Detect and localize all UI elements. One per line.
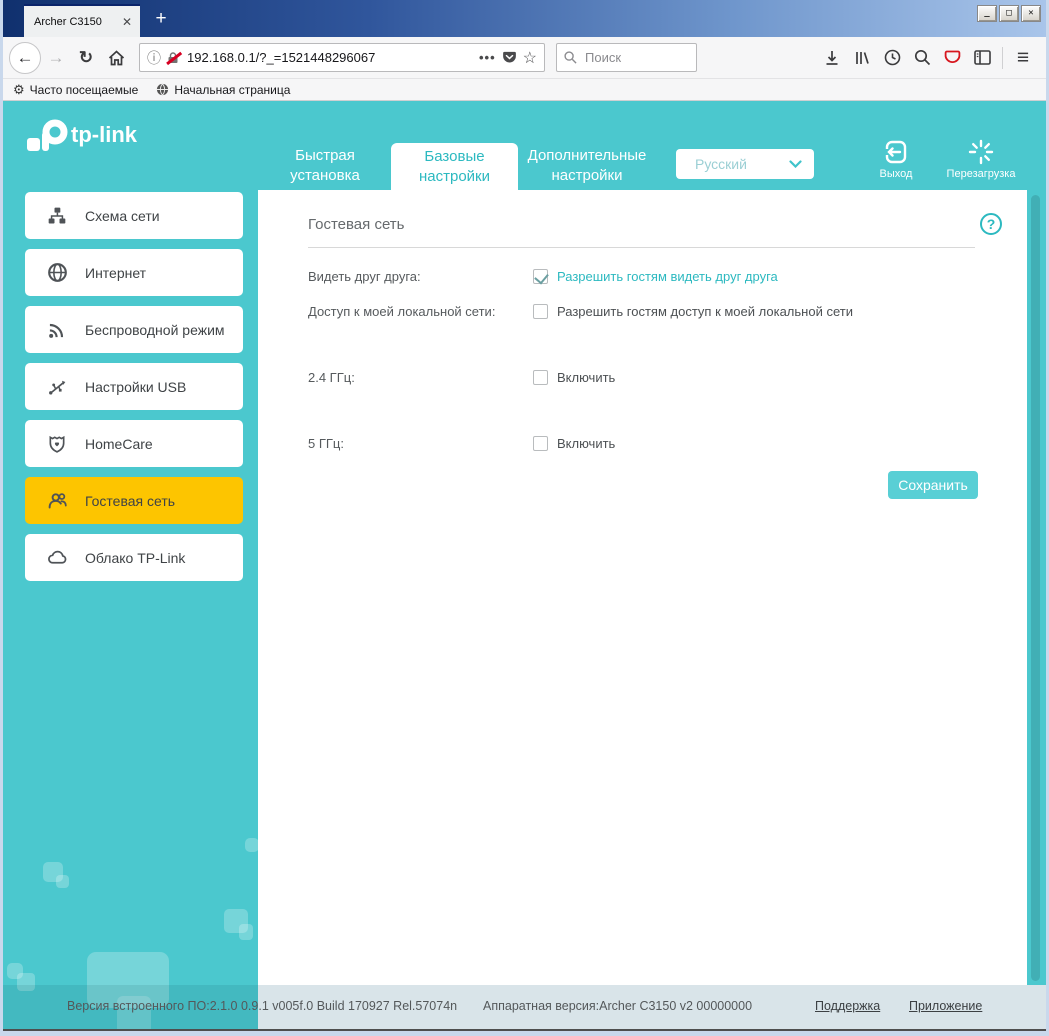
setting-row-see-each-other: Видеть друг друга: Разрешить гостям виде… [308,269,988,284]
url-bar[interactable]: ⓘ 192.168.0.1/?_=1521448296067 ••• ☆ [139,43,545,72]
usb-icon [46,376,68,398]
page-actions-icon[interactable]: ••• [479,50,496,65]
gear-icon: ⚙ [13,82,25,98]
checkbox-box[interactable] [533,436,548,451]
page-footer: Версия встроенного ПО:2.1.0 0.9.1 v005f.… [3,985,1046,1029]
tab-quick-setup[interactable]: Быстрая установка [265,146,385,186]
navigation-toolbar: ← → ↻ ⓘ 192.168.0.1/?_=1521448296067 •••… [3,37,1046,79]
router-page: tp-link Быстрая установка Базовые настро… [3,101,1046,1029]
sidebar-item-internet[interactable]: Интернет [25,249,243,296]
page-scrollbar[interactable] [1031,195,1040,981]
checkbox-box[interactable] [533,269,548,284]
tab-basic-settings[interactable]: Базовые настройки [391,143,518,190]
setting-row-lan-access: Доступ к моей локальной сети: Разрешить … [308,304,988,319]
setting-row-24ghz: 2.4 ГГц: Включить [308,370,988,385]
tab-close-icon[interactable]: ✕ [120,15,134,29]
insecure-lock-icon[interactable] [167,50,181,66]
sidebar-item-usb[interactable]: Настройки USB [25,363,243,410]
globe-small-icon [156,83,169,96]
cloud-icon [46,547,68,569]
new-tab-button[interactable]: + [149,6,173,32]
reboot-button[interactable]: Перезагрузка [935,139,1027,180]
see-each-other-checkbox[interactable]: Разрешить гостям видеть друг друга [533,269,778,284]
checkbox-box[interactable] [533,304,548,319]
minimize-button[interactable]: _ [977,5,997,22]
decor-shape [7,963,23,979]
search-box[interactable] [556,43,697,72]
tab-title: Archer C3150 [34,16,120,28]
logout-icon [883,139,909,165]
browser-window: Archer C3150 ✕ + _ □ ✕ ← → ↻ ⓘ 192.168.0… [0,0,1049,1036]
library-icon[interactable] [847,43,877,73]
logout-button[interactable]: Выход [867,139,925,180]
checkbox-box[interactable] [533,370,548,385]
pocket-red-shield-icon[interactable] [937,43,967,73]
site-info-icon[interactable]: ⓘ [147,48,161,68]
decor-shape [224,909,248,933]
download-icon[interactable] [817,43,847,73]
title-divider [308,247,975,248]
search-input[interactable] [583,49,673,66]
reboot-icon [968,139,994,165]
hardware-version: Аппаратная версия:Archer C3150 v2 000000… [483,999,752,1013]
setting-row-5ghz: 5 ГГц: Включить [308,436,988,451]
bookmark-home-page[interactable]: Начальная страница [156,83,290,97]
support-link[interactable]: Поддержка [815,999,880,1013]
wifi-icon [46,319,68,341]
window-controls: _ □ ✕ [977,5,1041,22]
titlebar[interactable]: Archer C3150 ✕ + _ □ ✕ [3,0,1046,37]
enable-24ghz-checkbox[interactable]: Включить [533,370,615,385]
decor-shape [43,862,63,882]
history-clock-icon[interactable] [877,43,907,73]
maximize-button[interactable]: □ [999,5,1019,22]
tab-advanced-settings[interactable]: Дополнительные настройки [517,146,657,186]
sidebar-toggle-icon[interactable] [967,43,997,73]
sidebar-item-wireless[interactable]: Беспроводной режим [25,306,243,353]
forward-button[interactable]: → [41,43,71,73]
firmware-version: Версия встроенного ПО:2.1.0 0.9.1 v005f.… [67,999,457,1013]
browser-tab[interactable]: Archer C3150 ✕ [24,4,140,37]
bookmarks-bar: ⚙ Часто посещаемые Начальная страница [3,79,1046,101]
decor-shape [245,838,259,852]
sidebar-item-cloud[interactable]: Облако TP-Link [25,534,243,581]
menu-hamburger-icon[interactable]: ≡ [1008,43,1038,73]
sidebar-item-network-map[interactable]: Схема сети [25,192,243,239]
pocket-icon[interactable] [502,50,517,65]
globe-icon [46,262,68,284]
help-button[interactable]: ? [980,213,1002,235]
toolbar-separator [1002,47,1003,69]
svg-text:tp-link: tp-link [71,122,138,147]
page-title: Гостевая сеть [308,216,404,233]
toolbar-search-icon[interactable] [907,43,937,73]
lan-access-checkbox[interactable]: Разрешить гостям доступ к моей локальной… [533,304,853,319]
network-map-icon [46,205,68,227]
window-bottom-border [3,1031,1046,1036]
reload-button[interactable]: ↻ [71,43,101,73]
app-link[interactable]: Приложение [909,999,982,1013]
sidebar-item-homecare[interactable]: HomeCare [25,420,243,467]
save-button[interactable]: Сохранить [888,471,978,499]
shield-icon [46,433,68,455]
tp-link-logo[interactable]: tp-link [25,114,165,162]
close-button[interactable]: ✕ [1021,5,1041,22]
enable-5ghz-checkbox[interactable]: Включить [533,436,615,451]
url-text[interactable]: 192.168.0.1/?_=1521448296067 [187,50,473,65]
bookmark-most-visited[interactable]: ⚙ Часто посещаемые [13,82,138,98]
content-panel: Гостевая сеть ? Видеть друг друга: Разре… [258,190,1027,985]
language-select[interactable]: Русский [676,149,814,179]
search-icon [564,51,577,64]
chevron-down-icon [789,160,802,168]
sidebar-item-guest-network[interactable]: Гостевая сеть [25,477,243,524]
home-button[interactable] [101,43,131,73]
bookmark-star-icon[interactable]: ☆ [523,48,537,68]
back-button[interactable]: ← [9,42,41,74]
language-value: Русский [695,156,747,172]
guests-icon [46,490,68,512]
